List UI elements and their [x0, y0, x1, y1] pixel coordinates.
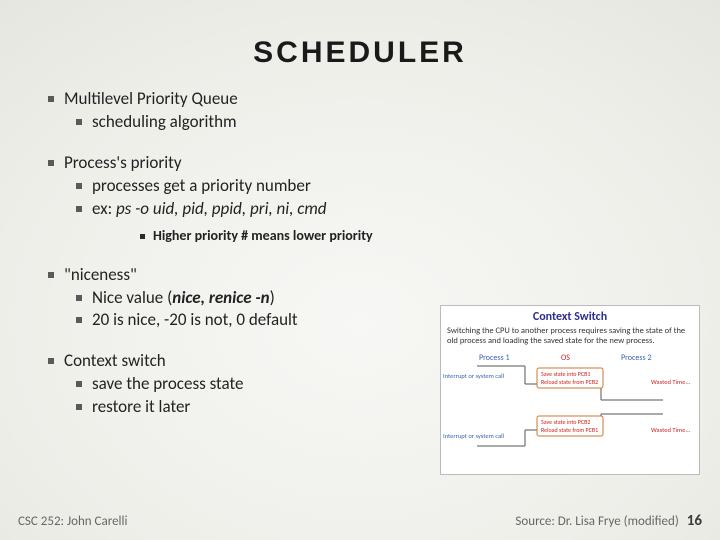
diagram-svg: Process 1 OS Process 2 Interrupt or syst…	[441, 350, 699, 465]
svg-text:Wasted Time...: Wasted Time...	[651, 378, 691, 386]
section-multilevel: Multilevel Priority Queue scheduling alg…	[48, 88, 720, 134]
svg-text:Process 2: Process 2	[621, 353, 652, 363]
svg-text:Wasted Time...: Wasted Time...	[651, 426, 691, 434]
diagram-title: Context Switch	[441, 306, 699, 326]
svg-text:Process 1: Process 1	[479, 353, 510, 363]
bullet-text: Process's priority	[64, 152, 182, 175]
svg-text:OS: OS	[561, 353, 570, 363]
svg-text:Save state into PCB1: Save state into PCB1	[541, 370, 590, 378]
page-number: 16	[687, 512, 702, 530]
footer: CSC 252: John Carelli Source: Dr. Lisa F…	[0, 512, 720, 530]
bullet-text: 20 is nice, -20 is not, 0 default	[92, 309, 298, 332]
diagram-caption: Switching the CPU to another process req…	[441, 326, 699, 350]
section-priority: Process's priority processes get a prior…	[48, 152, 720, 246]
footer-left: CSC 252: John Carelli	[18, 514, 128, 529]
bullet-text: ex: ps -o uid, pid, ppid, pri, ni, cmd	[92, 198, 327, 221]
bullet-text: Multilevel Priority Queue	[64, 88, 238, 111]
bullet-text: Nice value (nice, renice -n)	[92, 287, 275, 310]
bullet-text: Context switch	[64, 350, 166, 373]
bullet-text: save the process state	[92, 373, 244, 396]
slide-title: SCHEDULER	[0, 0, 720, 88]
svg-text:Interrupt or system call: Interrupt or system call	[443, 372, 505, 380]
bullet-note: Higher priority # means lower priority	[153, 227, 373, 246]
bullet-text: scheduling algorithm	[92, 111, 237, 134]
svg-text:Interrupt or system call: Interrupt or system call	[443, 432, 505, 440]
bullet-text: processes get a priority number	[92, 175, 311, 198]
bullet-text: "niceness"	[64, 264, 137, 287]
bullet-text: restore it later	[92, 396, 190, 419]
svg-text:Reload state from PCB2: Reload state from PCB2	[541, 378, 598, 386]
svg-text:Reload state from PCB1: Reload state from PCB1	[541, 426, 598, 434]
svg-text:Save state into PCB2: Save state into PCB2	[541, 418, 590, 426]
context-switch-diagram: Context Switch Switching the CPU to anot…	[440, 305, 700, 475]
footer-source: Source: Dr. Lisa Frye (modified)	[515, 514, 678, 529]
